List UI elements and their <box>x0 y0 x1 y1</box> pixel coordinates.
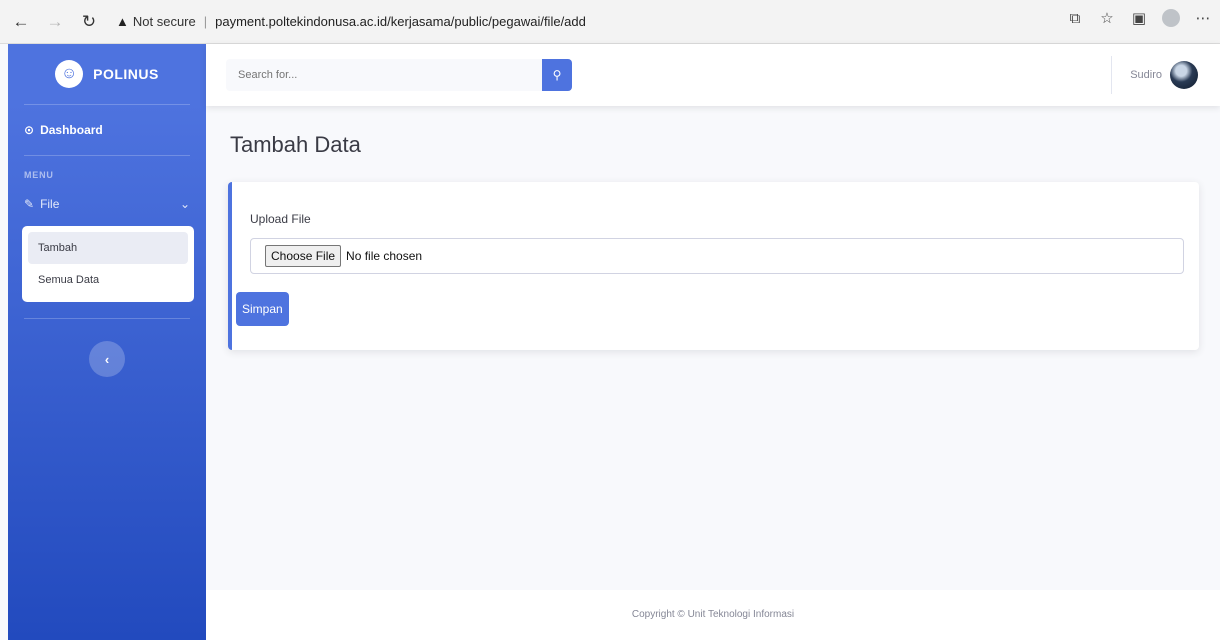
user-name: Sudiro <box>1130 69 1162 81</box>
collections-icon[interactable]: ▣ <box>1130 9 1148 27</box>
brand-name: POLINUS <box>93 66 159 82</box>
file-input[interactable]: Choose File No file chosen <box>250 238 1184 274</box>
sidebar-item-dashboard[interactable]: ⊙ Dashboard <box>8 105 206 155</box>
chevron-down-icon: ⌄ <box>179 197 190 211</box>
footer: Copyright © Unit Teknologi Informasi <box>206 590 1220 640</box>
refresh-icon[interactable]: ↻ <box>76 9 102 35</box>
search-icon: ⚲ <box>552 68 562 82</box>
back-icon[interactable]: ← <box>8 9 34 35</box>
sidebar-item-file[interactable]: ✎ File ⌄ <box>8 186 206 222</box>
submenu-item-tambah[interactable]: Tambah <box>28 232 188 264</box>
search-button[interactable]: ⚲ <box>542 59 572 91</box>
profile-icon[interactable] <box>1162 9 1180 27</box>
dashboard-icon: ⊙ <box>24 123 35 137</box>
browser-toolbar: ← → ↻ ▲ Not secure | payment.poltekindon… <box>0 0 1220 44</box>
upload-card: Upload File Choose File No file chosen S… <box>228 182 1199 350</box>
url-text[interactable]: payment.poltekindonusa.ac.id/kerjasama/p… <box>215 14 586 29</box>
topbar: ⚲ Sudiro <box>206 44 1220 106</box>
smiley-logo-icon: ☺ <box>55 60 84 88</box>
sidebar-heading: MENU <box>24 170 54 180</box>
file-status: No file chosen <box>346 249 423 263</box>
favorite-icon[interactable]: ☆ <box>1098 9 1116 27</box>
file-submenu: Tambah Semua Data <box>22 226 194 302</box>
topbar-divider <box>1111 56 1113 94</box>
upload-file-label: Upload File <box>250 212 311 226</box>
more-icon[interactable]: ⋯ <box>1194 9 1212 27</box>
copyright-text: Copyright © Unit Teknologi Informasi <box>631 609 795 620</box>
sidebar-item-label: Dashboard <box>40 123 103 137</box>
sidebar-item-label: File <box>40 197 60 211</box>
choose-file-button[interactable]: Choose File <box>265 245 342 267</box>
avatar <box>1170 61 1198 89</box>
submenu-item-semua-data[interactable]: Semua Data <box>28 264 188 296</box>
address-bar[interactable]: ▲ Not secure | payment.poltekindonusa.ac… <box>116 9 586 35</box>
brand[interactable]: ☺ POLINUS <box>8 44 206 104</box>
search-group: ⚲ <box>226 59 572 91</box>
address-separator: | <box>203 14 208 29</box>
warning-icon: ▲ <box>116 14 129 29</box>
user-dropdown[interactable]: Sudiro <box>1111 56 1198 94</box>
security-label[interactable]: Not secure <box>133 14 196 29</box>
sidebar: ☺ POLINUS ⊙ Dashboard MENU ✎ File ⌄ Tamb… <box>8 44 206 640</box>
browser-actions: ⧉ ☆ ▣ ⋯ <box>1066 9 1212 27</box>
save-button[interactable]: Simpan <box>236 292 289 326</box>
wrench-icon: ✎ <box>24 197 35 211</box>
tab-icon[interactable]: ⧉ <box>1066 10 1084 27</box>
sidebar-toggle-button[interactable]: ‹ <box>89 341 125 377</box>
page-title: Tambah Data <box>230 132 361 157</box>
forward-icon[interactable]: → <box>42 9 68 35</box>
search-input[interactable] <box>226 59 542 91</box>
